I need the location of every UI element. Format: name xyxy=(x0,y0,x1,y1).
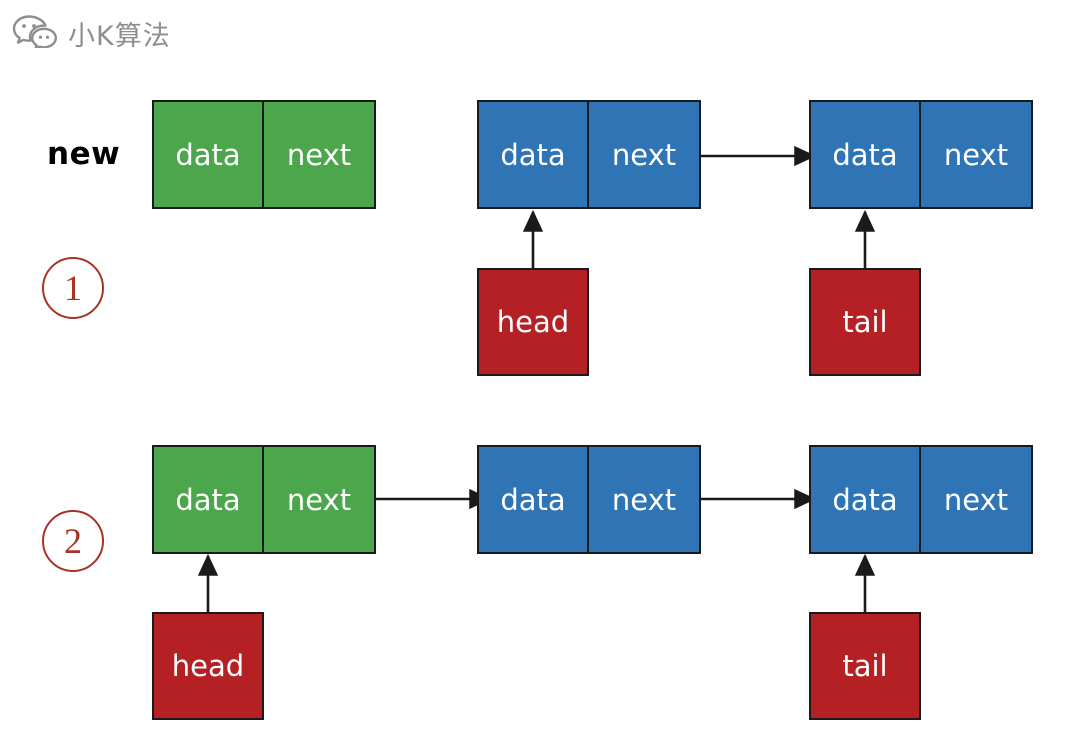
step-marker-1: 1 xyxy=(42,257,104,319)
node-middle-next-cell: next xyxy=(589,447,699,552)
new-label: new xyxy=(47,136,121,172)
wechat-bubbles-icon xyxy=(12,14,58,53)
node-tail-data-cell: data xyxy=(811,102,921,207)
head-pointer-2: head xyxy=(152,612,264,720)
new-node-data-cell: data xyxy=(154,102,264,207)
head-pointer: head xyxy=(477,268,589,376)
node-head-next-cell: next xyxy=(589,102,699,207)
node-tail-2-next-cell: next xyxy=(921,447,1031,552)
node-middle: data next xyxy=(477,445,701,554)
new-node-linked-data-cell: data xyxy=(154,447,264,552)
node-tail-2: data next xyxy=(809,445,1033,554)
tail-pointer: tail xyxy=(809,268,921,376)
new-node-linked: data next xyxy=(152,445,376,554)
new-node: data next xyxy=(152,100,376,209)
diagram-canvas: 小K算法 1 new data next data next data next… xyxy=(0,0,1080,738)
watermark: 小K算法 xyxy=(12,14,171,53)
node-tail: data next xyxy=(809,100,1033,209)
node-head-data-cell: data xyxy=(479,102,589,207)
step-marker-2: 2 xyxy=(42,510,104,572)
node-tail-next-cell: next xyxy=(921,102,1031,207)
tail-pointer-2: tail xyxy=(809,612,921,720)
new-node-linked-next-cell: next xyxy=(264,447,374,552)
new-node-next-cell: next xyxy=(264,102,374,207)
node-head: data next xyxy=(477,100,701,209)
node-middle-data-cell: data xyxy=(479,447,589,552)
node-tail-2-data-cell: data xyxy=(811,447,921,552)
watermark-text: 小K算法 xyxy=(68,21,171,52)
